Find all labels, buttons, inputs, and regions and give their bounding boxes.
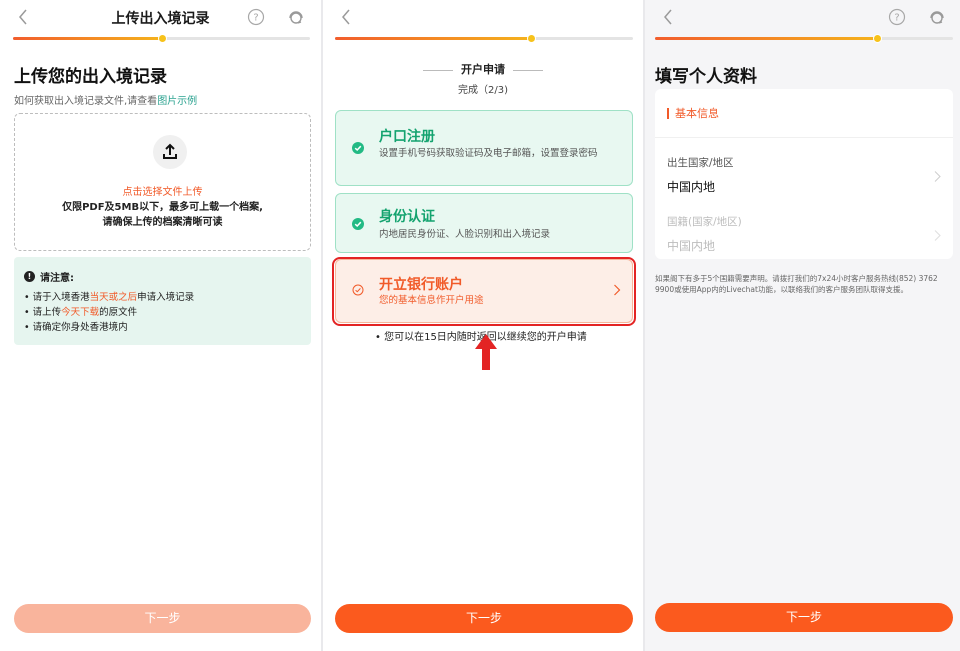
chevron-right-icon — [934, 170, 941, 183]
help-icon[interactable]: ? — [888, 8, 906, 26]
chevron-right-icon — [934, 229, 941, 242]
hint-text: 如何获取出入境记录文件,请查看 — [14, 96, 158, 107]
svg-text:?: ? — [894, 13, 899, 24]
upload-requirements: 仅限PDF及5MB以下，最多可上载一个档案, 请确保上传的档案清晰可读 — [15, 200, 310, 230]
top-bar: 上传出入境记录 ? — [0, 0, 321, 34]
progress-marker — [873, 34, 882, 43]
notice-item: • 请确定你身处香港境内 — [24, 320, 301, 335]
field-label: 出生国家/地区 — [667, 157, 734, 169]
step-title: 身份认证 — [379, 209, 435, 225]
notice-text: • 请上传 — [24, 307, 62, 318]
step-description: 设置手机号码获取验证码及电子邮箱，设置登录密码 — [379, 148, 598, 159]
divider — [513, 69, 543, 71]
help-icon[interactable]: ? — [247, 8, 265, 26]
back-icon[interactable] — [339, 7, 353, 27]
field-value: 中国内地 — [667, 239, 716, 253]
upload-icon — [153, 135, 187, 169]
multi-nationality-disclaimer: 如果阁下有多于5个国籍需要声明。请拨打我们的7x24小时客户服务热线(852) … — [655, 274, 938, 294]
next-button[interactable]: 下一步 — [655, 603, 953, 632]
upload-hint: 如何获取出入境记录文件,请查看图片示例 — [14, 92, 197, 107]
next-button[interactable]: 下一步 — [335, 604, 633, 633]
step-identity-verification[interactable]: 身份认证 内地居民身份证、人脸识别和出入境记录 — [335, 193, 633, 253]
upload-heading: 上传您的出入境记录 — [14, 67, 167, 87]
step-title: 户口注册 — [379, 129, 435, 145]
account-application-screen: 开户申请 完成（2/3) 户口注册 设置手机号码获取验证码及电子邮箱，设置登录密… — [323, 0, 643, 651]
field-value: 中国内地 — [667, 180, 716, 194]
step-account-registration[interactable]: 户口注册 设置手机号码获取验证码及电子邮箱，设置登录密码 — [335, 110, 633, 186]
notice-text: 的原文件 — [99, 307, 138, 318]
upload-requirement-line2: 请确保上传的档案清晰可读 — [102, 217, 223, 228]
top-bar: ? — [645, 0, 960, 34]
section-title: 开户申请 — [323, 61, 643, 77]
progress-fill — [655, 37, 879, 40]
customer-service-icon[interactable] — [287, 8, 305, 26]
notice-highlight: 今天下载 — [61, 307, 100, 318]
notice-text: • 请确定你身处香港境内 — [24, 322, 128, 333]
file-upload-area[interactable]: 点击选择文件上传 仅限PDF及5MB以下，最多可上载一个档案, 请确保上传的档案… — [14, 113, 311, 251]
completion-status: 完成（2/3) — [458, 85, 508, 96]
notice-item: • 请上传今天下载的原文件 — [24, 305, 301, 320]
upload-requirement-line1: 仅限PDF及5MB以下，最多可上载一个档案, — [62, 202, 263, 213]
card-title: 基本信息 — [667, 108, 719, 119]
notice-text: • 请于入境香港 — [24, 292, 90, 303]
check-icon — [352, 218, 364, 230]
progress-bar — [335, 34, 633, 43]
annotation-highlight-box — [332, 257, 636, 326]
info-icon: ! — [24, 271, 35, 282]
notice-highlight: 当天或之后 — [89, 292, 138, 303]
section-title-text: 开户申请 — [461, 63, 505, 76]
nationality-field[interactable]: 国籍(国家/地区) 中国内地 — [667, 214, 941, 254]
progress-bar — [13, 34, 310, 43]
progress-bar — [655, 34, 953, 43]
upload-records-screen: 上传出入境记录 ? 上传您的出入境记录 如何获取出入境记录文件,请查看图片示例 … — [0, 0, 321, 651]
personal-info-screen: ? 填写个人资料 基本信息 出生国家/地区 中国内地 国籍(国家/地区) 中国内… — [645, 0, 960, 651]
progress-marker — [527, 34, 536, 43]
notice-title: ! 请注意: — [24, 269, 301, 284]
profile-heading: 填写个人资料 — [655, 67, 757, 87]
back-icon[interactable] — [661, 7, 675, 27]
field-label: 国籍(国家/地区) — [667, 216, 742, 228]
annotation-arrow-icon — [474, 333, 498, 371]
check-icon — [352, 142, 364, 154]
svg-text:?: ? — [253, 13, 258, 24]
birth-country-field[interactable]: 出生国家/地区 中国内地 — [667, 155, 941, 195]
top-bar — [323, 0, 643, 34]
divider — [423, 69, 453, 71]
select-file-label[interactable]: 点击选择文件上传 — [15, 183, 310, 198]
step-description: 内地居民身份证、人脸识别和出入境记录 — [379, 229, 551, 240]
notice-text: 申请入境记录 — [137, 292, 195, 303]
notice-panel: ! 请注意: • 请于入境香港当天或之后申请入境记录 • 请上传今天下载的原文件 … — [14, 257, 311, 345]
next-button-disabled[interactable]: 下一步 — [14, 604, 311, 633]
notice-title-text: 请注意: — [40, 273, 74, 284]
sample-image-link[interactable]: 图片示例 — [157, 96, 197, 107]
progress-fill — [13, 37, 162, 40]
customer-service-icon[interactable] — [928, 8, 946, 26]
notice-item: • 请于入境香港当天或之后申请入境记录 — [24, 290, 301, 305]
progress-fill — [335, 37, 532, 40]
progress-marker — [158, 34, 167, 43]
basic-info-card: 基本信息 出生国家/地区 中国内地 国籍(国家/地区) 中国内地 — [655, 89, 953, 259]
page-title: 上传出入境记录 — [111, 11, 210, 27]
divider — [655, 137, 953, 138]
